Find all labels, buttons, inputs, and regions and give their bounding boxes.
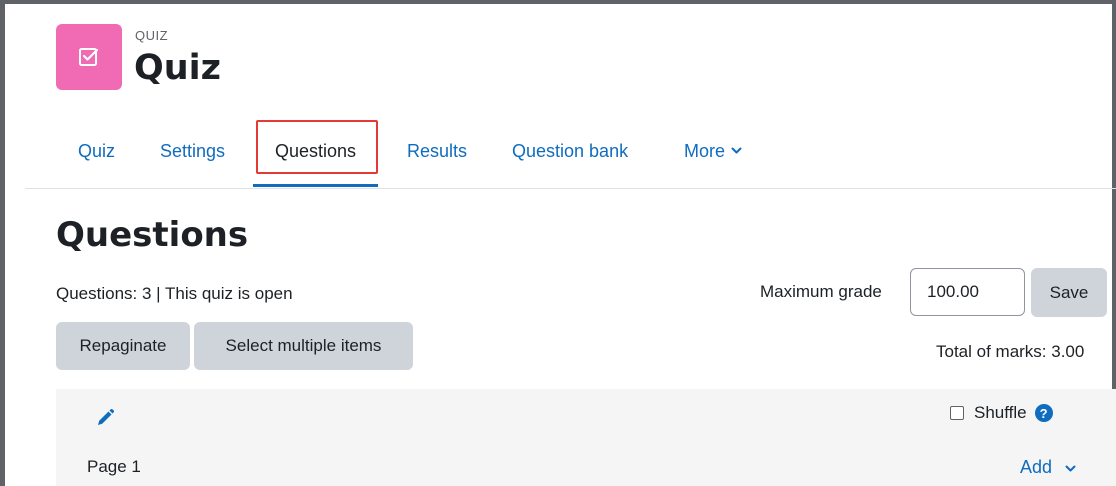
repaginate-button[interactable]: Repaginate xyxy=(56,322,190,370)
total-marks-text: Total of marks: 3.00 xyxy=(936,342,1085,361)
tab-label: Results xyxy=(407,140,468,161)
save-button[interactable]: Save xyxy=(1031,268,1107,317)
quiz-status-text: Questions: 3 | This quiz is open xyxy=(56,284,293,303)
window-frame-top xyxy=(0,0,1116,4)
add-label: Add xyxy=(1020,457,1053,477)
tab-more[interactable]: More xyxy=(684,118,742,184)
page-title: Questions xyxy=(56,215,249,255)
tab-label: Quiz xyxy=(78,140,116,161)
page-label: Page 1 xyxy=(87,457,141,476)
tab-quiz[interactable]: Quiz xyxy=(78,118,115,184)
maximum-grade-input[interactable] xyxy=(910,268,1025,316)
tab-label: Settings xyxy=(160,140,226,161)
maximum-grade-label: Maximum grade xyxy=(760,282,882,301)
select-multiple-items-button[interactable]: Select multiple items xyxy=(194,322,413,370)
activity-type-label: QUIZ xyxy=(135,28,169,43)
tab-results[interactable]: Results xyxy=(407,118,467,184)
help-icon[interactable]: ? xyxy=(1034,404,1053,422)
tab-label: Question bank xyxy=(512,140,629,161)
chevron-down-icon xyxy=(1065,465,1076,472)
shuffle-checkbox[interactable] xyxy=(950,406,964,420)
chevron-down-icon xyxy=(731,147,742,154)
checkbox-icon xyxy=(79,48,99,66)
shuffle-control: Shuffle ? xyxy=(950,403,1053,423)
tab-label: More xyxy=(684,140,726,161)
activity-title: Quiz xyxy=(134,48,222,88)
questions-tab-highlight xyxy=(256,120,378,174)
shuffle-label: Shuffle xyxy=(974,403,1027,422)
tab-settings[interactable]: Settings xyxy=(160,118,225,184)
pencil-icon[interactable] xyxy=(95,408,115,428)
add-menu-link[interactable]: Add xyxy=(1020,457,1076,478)
quiz-activity-icon xyxy=(56,24,122,90)
secondary-navigation: Quiz Settings Questions Results Question… xyxy=(25,118,1116,189)
tab-question-bank[interactable]: Question bank xyxy=(512,118,628,184)
window-frame-left xyxy=(0,0,5,486)
